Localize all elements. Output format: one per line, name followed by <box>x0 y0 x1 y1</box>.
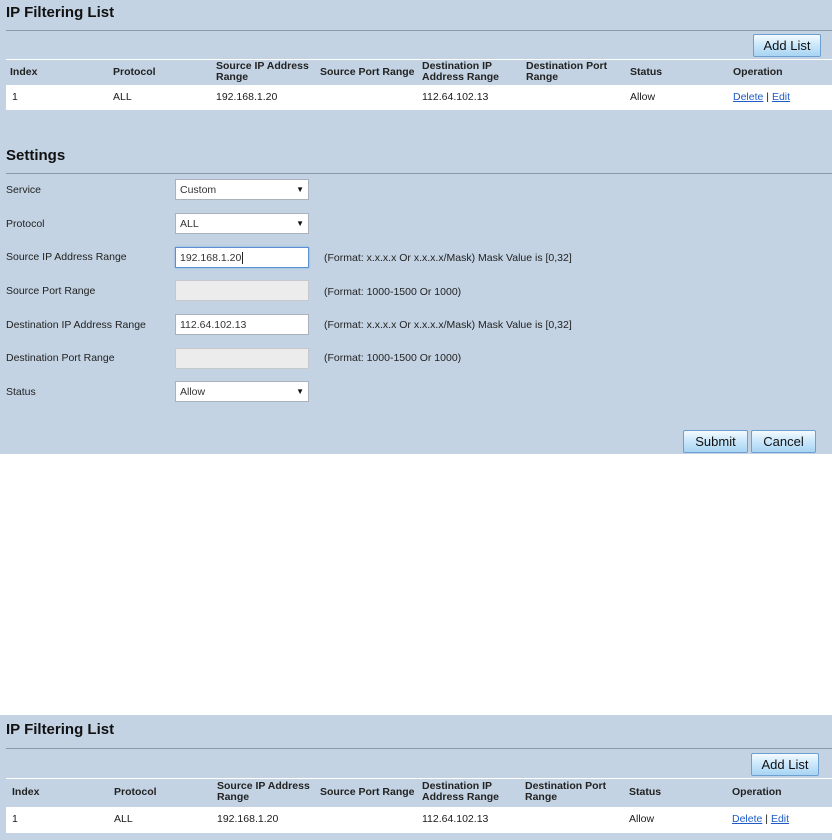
cell-source-ip: 192.168.1.20 <box>216 91 278 103</box>
header-source-port: Source Port Range <box>320 786 415 798</box>
header-source-ip-line2: Range <box>217 791 250 803</box>
ip-filter-list-panel: IP Filtering List Add List Index Protoco… <box>0 715 832 840</box>
add-list-button[interactable]: Add List <box>751 753 819 776</box>
source-port-label: Source Port Range <box>6 285 96 297</box>
dest-port-hint: (Format: 1000-1500 Or 1000) <box>324 352 462 364</box>
edit-link[interactable]: Edit <box>771 813 789 825</box>
cell-status: Allow <box>630 91 656 103</box>
header-protocol: Protocol <box>114 786 157 798</box>
header-dest-port: Destination Port Range <box>525 781 606 803</box>
header-source-ip: Source IP Address Range <box>216 61 309 83</box>
settings-divider <box>6 173 832 174</box>
header-protocol: Protocol <box>113 66 156 78</box>
title-divider <box>6 30 832 31</box>
source-ip-input[interactable]: 192.168.1.20 <box>175 247 309 268</box>
chevron-down-icon: ▼ <box>296 219 304 228</box>
protocol-select[interactable]: ALL ▼ <box>175 213 309 234</box>
header-index: Index <box>12 786 40 798</box>
service-label: Service <box>6 184 42 196</box>
table-header: Index Protocol Source IP Address Range S… <box>6 778 832 806</box>
operation-separator: | <box>766 91 770 103</box>
header-status: Status <box>629 786 662 798</box>
chevron-down-icon: ▼ <box>296 185 304 194</box>
header-dest-ip: Destination IP Address Range <box>422 781 499 803</box>
header-operation: Operation <box>733 66 783 78</box>
delete-link[interactable]: Delete <box>733 91 763 103</box>
delete-link[interactable]: Delete <box>732 813 762 825</box>
text-cursor <box>242 251 244 264</box>
table-header: Index Protocol Source IP Address Range S… <box>6 59 832 84</box>
header-dest-ip-line2: Address Range <box>422 71 500 83</box>
cancel-button[interactable]: Cancel <box>751 430 816 453</box>
protocol-label: Protocol <box>6 218 45 230</box>
table-row: 1 ALL 192.168.1.20 112.64.102.13 Allow D… <box>6 807 832 833</box>
dest-port-input[interactable] <box>175 348 309 369</box>
protocol-value: ALL <box>180 217 199 230</box>
title-divider <box>6 748 832 749</box>
header-dest-port: Destination Port Range <box>526 61 607 83</box>
cell-index: 1 <box>12 813 18 825</box>
add-list-button[interactable]: Add List <box>753 34 821 57</box>
header-operation: Operation <box>732 786 782 798</box>
source-ip-hint: (Format: x.x.x.x Or x.x.x.x/Mask) Mask V… <box>324 252 572 264</box>
table-row: 1 ALL 192.168.1.20 112.64.102.13 Allow D… <box>6 85 832 110</box>
cell-protocol: ALL <box>114 813 133 825</box>
header-source-port: Source Port Range <box>320 66 415 78</box>
header-dest-ip-line2: Address Range <box>422 791 500 803</box>
cell-operation: Delete | Edit <box>732 814 789 825</box>
dest-ip-label: Destination IP Address Range <box>6 319 146 331</box>
dest-ip-hint: (Format: x.x.x.x Or x.x.x.x/Mask) Mask V… <box>324 319 572 331</box>
cell-status: Allow <box>629 813 655 825</box>
ip-filter-panel: IP Filtering List Add List Index Protoco… <box>0 0 832 454</box>
header-index: Index <box>10 66 38 78</box>
cell-dest-ip: 112.64.102.13 <box>422 91 489 103</box>
service-value: Custom <box>180 183 217 196</box>
source-ip-label: Source IP Address Range <box>6 251 127 263</box>
filter-table: Index Protocol Source IP Address Range S… <box>6 778 832 834</box>
header-source-ip-line2: Range <box>216 71 249 83</box>
service-select[interactable]: Custom ▼ <box>175 179 309 200</box>
cell-dest-ip: 112.64.102.13 <box>422 813 489 825</box>
submit-button[interactable]: Submit <box>683 430 748 453</box>
edit-link[interactable]: Edit <box>772 91 790 103</box>
header-dest-port-line2: Range <box>525 791 558 803</box>
cell-index: 1 <box>12 91 18 103</box>
dest-port-label: Destination Port Range <box>6 352 115 364</box>
status-value: Allow <box>180 385 206 398</box>
dest-ip-input[interactable]: 112.64.102.13 <box>175 314 309 335</box>
header-dest-port-line2: Range <box>526 71 559 83</box>
status-select[interactable]: Allow ▼ <box>175 381 309 402</box>
source-port-input[interactable] <box>175 280 309 301</box>
source-ip-value: 192.168.1.20 <box>180 251 242 264</box>
header-status: Status <box>630 66 663 78</box>
header-source-ip: Source IP Address Range <box>217 781 310 803</box>
source-port-hint: (Format: 1000-1500 Or 1000) <box>324 286 462 298</box>
list-title: IP Filtering List <box>6 721 115 738</box>
settings-title: Settings <box>6 147 66 164</box>
status-label: Status <box>6 386 36 398</box>
chevron-down-icon: ▼ <box>296 387 304 396</box>
cell-protocol: ALL <box>113 91 132 103</box>
header-dest-ip: Destination IP Address Range <box>422 61 499 83</box>
cell-source-ip: 192.168.1.20 <box>217 813 279 825</box>
operation-separator: | <box>765 813 769 825</box>
cell-operation: Delete | Edit <box>733 92 790 103</box>
list-title: IP Filtering List <box>6 4 115 21</box>
filter-table: Index Protocol Source IP Address Range S… <box>6 59 832 111</box>
